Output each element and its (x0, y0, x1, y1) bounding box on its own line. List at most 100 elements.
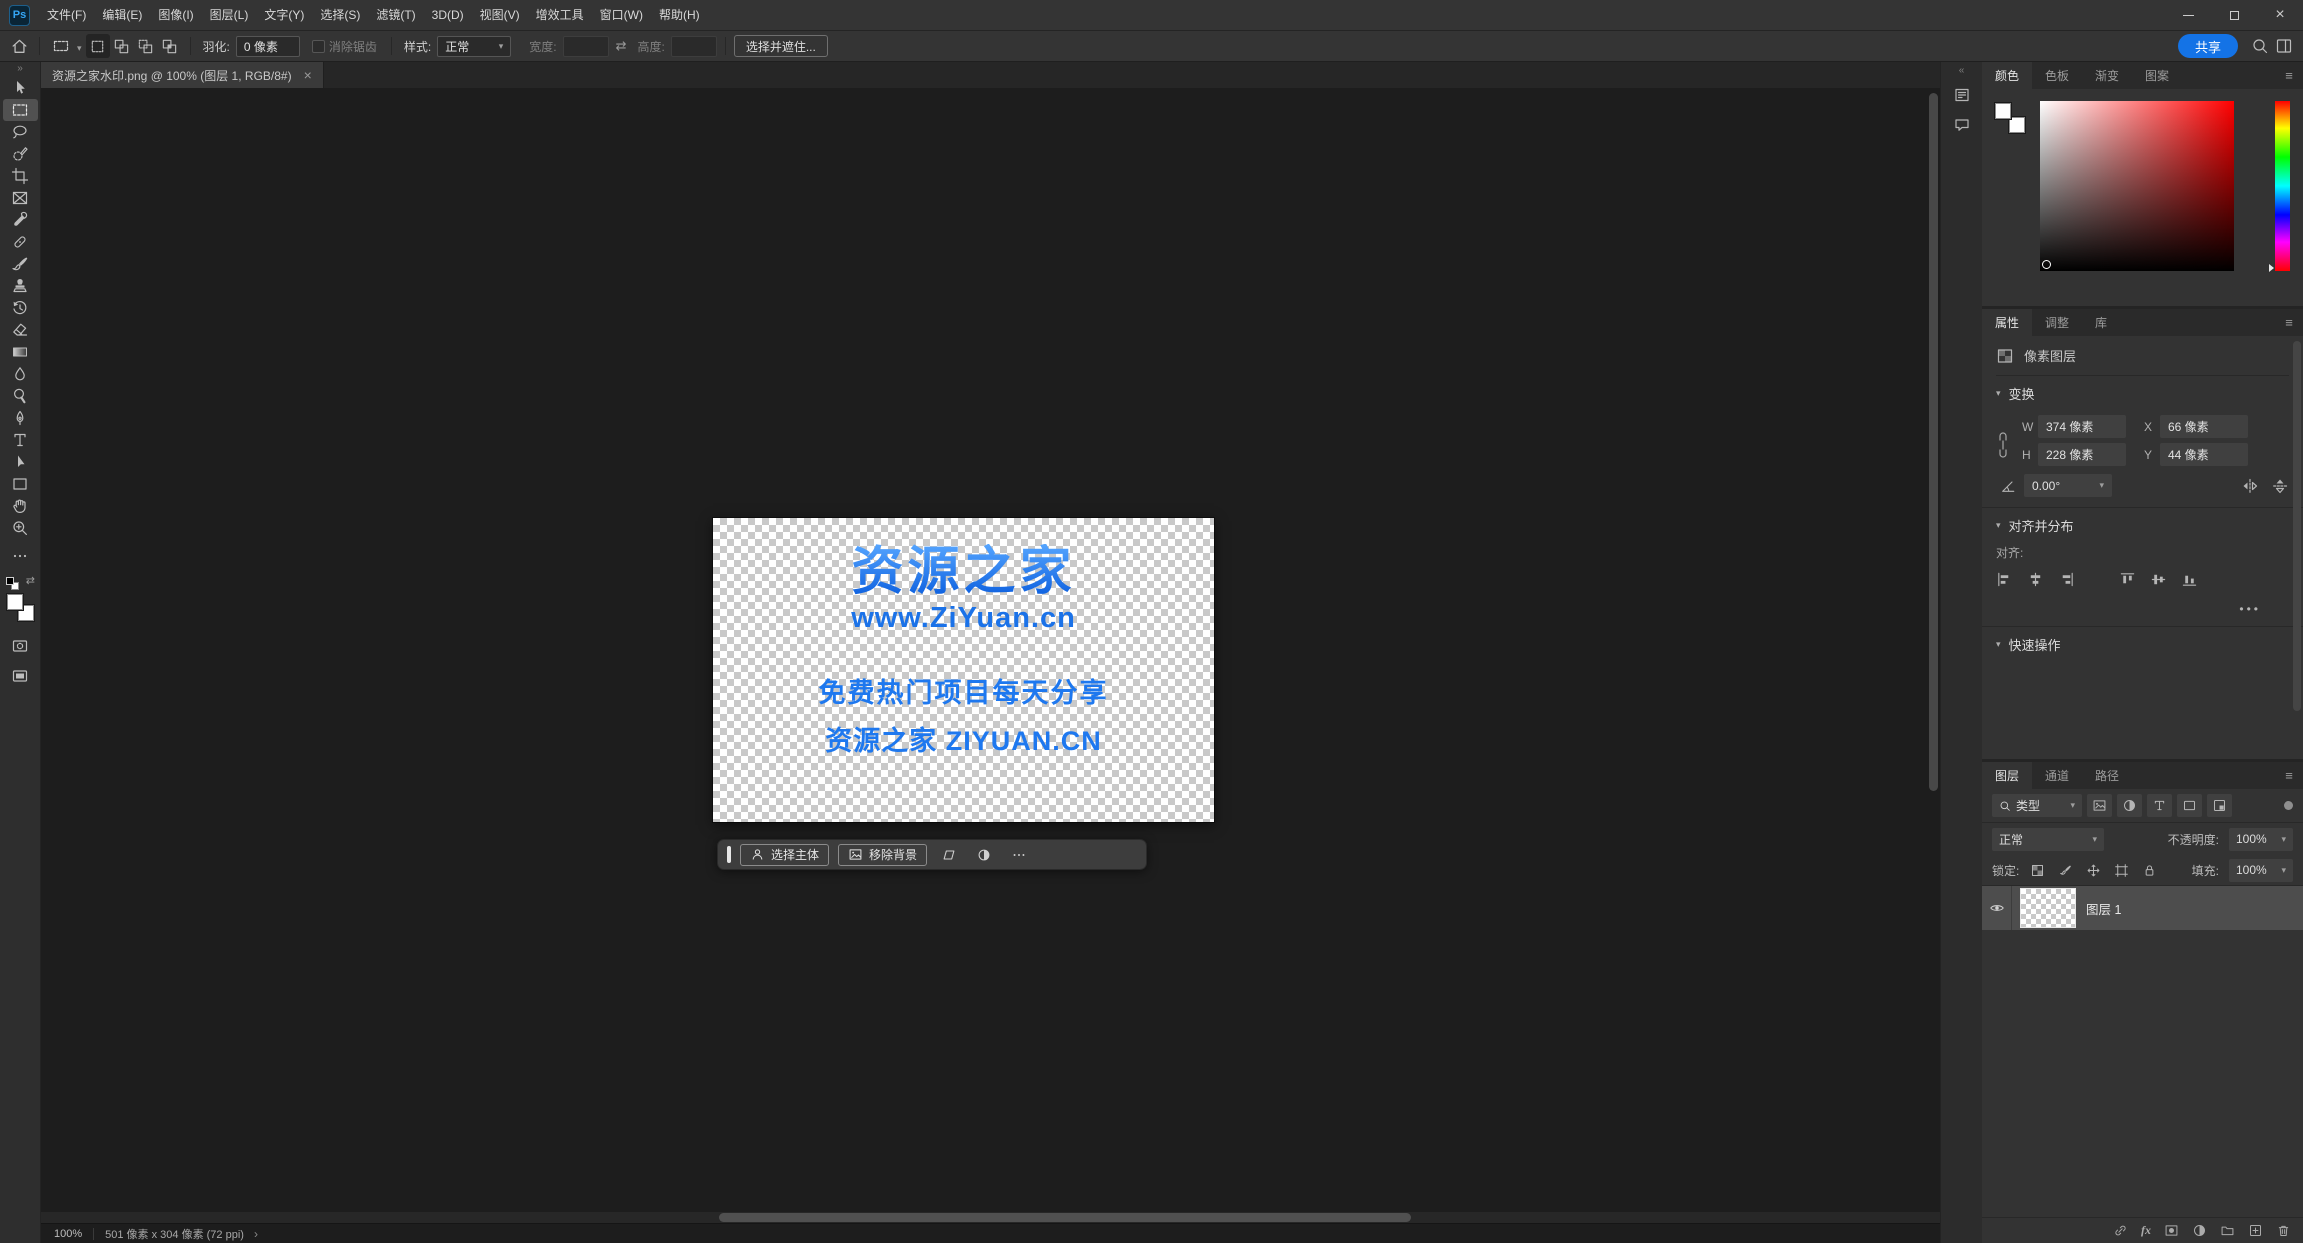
transform-image-button[interactable] (936, 844, 962, 866)
menu-window[interactable]: 窗口(W) (592, 0, 651, 30)
zoom-level-field[interactable]: 100% (54, 1228, 82, 1240)
width-input[interactable] (562, 35, 609, 57)
lock-artboard-button[interactable] (2111, 860, 2131, 880)
subtract-selection-mode-button[interactable] (134, 34, 158, 58)
add-selection-mode-button[interactable] (110, 34, 134, 58)
swap-dimensions-icon[interactable] (616, 38, 627, 54)
height-input[interactable] (670, 35, 717, 57)
new-selection-mode-button[interactable] (85, 34, 110, 58)
filter-pixel-layers-button[interactable] (2087, 794, 2112, 817)
spot-healing-brush-tool[interactable] (3, 231, 38, 253)
blend-mode-select[interactable]: 正常 (1992, 827, 2104, 851)
tab-channels[interactable]: 通道 (2032, 762, 2082, 789)
tab-libraries[interactable]: 库 (2082, 309, 2120, 336)
horizontal-scrollbar-track[interactable] (41, 1212, 1940, 1223)
select-subject-button[interactable]: 选择主体 (740, 843, 830, 866)
rectangle-tool[interactable] (3, 473, 38, 495)
new-adjustment-layer-icon[interactable] (2192, 1223, 2207, 1238)
transform-y-input[interactable]: 44 像素 (2160, 443, 2248, 466)
search-button[interactable] (2248, 34, 2272, 58)
foreground-color-swatch[interactable] (6, 593, 24, 611)
new-group-icon[interactable] (2220, 1223, 2235, 1238)
frame-tool[interactable] (3, 187, 38, 209)
tab-swatches[interactable]: 色板 (2032, 62, 2082, 89)
eyedropper-tool[interactable] (3, 209, 38, 231)
filter-shape-layers-button[interactable] (2177, 794, 2202, 817)
opacity-select[interactable]: 100% (2229, 827, 2293, 851)
filter-smart-objects-button[interactable] (2207, 794, 2232, 817)
link-dimensions-button[interactable] (1996, 427, 2010, 463)
filter-adjustment-layers-button[interactable] (2117, 794, 2142, 817)
crop-tool[interactable] (3, 165, 38, 187)
path-selection-tool[interactable] (3, 451, 38, 473)
swap-colors-button[interactable] (26, 576, 35, 587)
align-horizontal-centers-icon[interactable] (2027, 571, 2044, 588)
tab-layers[interactable]: 图层 (1982, 762, 2033, 789)
tab-paths[interactable]: 路径 (2082, 762, 2132, 789)
hue-slider-marker[interactable] (2269, 264, 2274, 272)
rotation-angle-select[interactable]: 0.00° (2024, 474, 2112, 497)
layer-style-button[interactable]: fx (2141, 1223, 2151, 1238)
hue-slider[interactable] (2269, 101, 2290, 272)
toolbar-collapse-button[interactable] (0, 62, 40, 77)
properties-scrollbar[interactable] (2293, 341, 2301, 711)
fill-select[interactable]: 100% (2229, 858, 2293, 882)
saturation-brightness-picker[interactable] (2040, 101, 2234, 271)
filter-toggle-switch[interactable] (2284, 801, 2293, 810)
create-adjustment-button[interactable] (971, 844, 997, 866)
transform-section-header[interactable]: ▾ 变换 (1996, 376, 2289, 410)
menu-view[interactable]: 视图(V) (472, 0, 528, 30)
eraser-tool[interactable] (3, 319, 38, 341)
antialias-checkbox[interactable] (311, 39, 325, 53)
align-section-header[interactable]: ▾ 对齐并分布 (1996, 508, 2289, 542)
align-right-edges-icon[interactable] (2058, 571, 2075, 588)
align-vertical-centers-icon[interactable] (2150, 571, 2167, 588)
document-tab[interactable]: 资源之家水印.png @ 100% (图层 1, RGB/8#) (41, 62, 324, 88)
minimize-button[interactable] (2165, 0, 2211, 30)
close-button[interactable] (2257, 0, 2303, 30)
filter-type-select[interactable]: 类型 (1992, 794, 2082, 817)
menu-file[interactable]: 文件(F) (39, 0, 94, 30)
transform-height-input[interactable]: 228 像素 (2038, 443, 2126, 466)
tab-properties[interactable]: 属性 (1982, 309, 2033, 336)
comments-panel-button[interactable] (1947, 111, 1977, 138)
menu-help[interactable]: 帮助(H) (651, 0, 708, 30)
gradient-tool[interactable] (3, 341, 38, 363)
move-tool[interactable] (3, 77, 38, 99)
quick-actions-section-header[interactable]: ▾ 快速操作 (1996, 627, 2289, 661)
link-layers-icon[interactable] (2113, 1223, 2128, 1238)
menu-image[interactable]: 图像(I) (150, 0, 201, 30)
menu-plugins[interactable]: 增效工具 (528, 0, 592, 30)
menu-filter[interactable]: 滤镜(T) (368, 0, 423, 30)
clone-stamp-tool[interactable] (3, 275, 38, 297)
vertical-scrollbar[interactable] (1929, 93, 1938, 791)
brush-tool[interactable] (3, 253, 38, 275)
tab-gradients[interactable]: 渐变 (2082, 62, 2132, 89)
menu-select[interactable]: 选择(S) (312, 0, 368, 30)
menu-layer[interactable]: 图层(L) (202, 0, 257, 30)
current-tool-dropdown[interactable] (48, 37, 86, 55)
layer-row[interactable]: 图层 1 (1982, 886, 2303, 930)
taskbar-drag-handle[interactable] (727, 846, 731, 863)
dodge-tool[interactable] (3, 385, 38, 407)
lock-all-button[interactable] (2139, 860, 2159, 880)
panel-menu-icon[interactable] (2275, 309, 2303, 336)
document-canvas[interactable]: 资源之家 www.ZiYuan.cn 免费热门项目每天分享 资源之家 ZIYUA… (713, 518, 1214, 822)
delete-layer-icon[interactable] (2276, 1223, 2291, 1238)
menu-3d[interactable]: 3D(D) (424, 0, 472, 30)
foreground-color-swatch[interactable] (1994, 102, 2012, 120)
tab-close-icon[interactable] (304, 68, 312, 82)
history-brush-tool[interactable] (3, 297, 38, 319)
lasso-tool[interactable] (3, 121, 38, 143)
lock-image-pixels-button[interactable] (2055, 860, 2075, 880)
history-panel-button[interactable] (1947, 81, 1977, 108)
transform-width-input[interactable]: 374 像素 (2038, 415, 2126, 438)
quick-selection-tool[interactable] (3, 143, 38, 165)
layer-thumbnail[interactable] (2020, 888, 2076, 928)
align-bottom-edges-icon[interactable] (2181, 571, 2198, 588)
panel-menu-icon[interactable] (2275, 762, 2303, 789)
document-viewport[interactable]: 资源之家 www.ZiYuan.cn 免费热门项目每天分享 资源之家 ZIYUA… (41, 88, 1940, 1223)
status-bar-chevron-icon[interactable] (254, 1227, 258, 1241)
feather-input[interactable]: 0 像素 (235, 35, 300, 57)
home-button[interactable] (7, 34, 31, 58)
